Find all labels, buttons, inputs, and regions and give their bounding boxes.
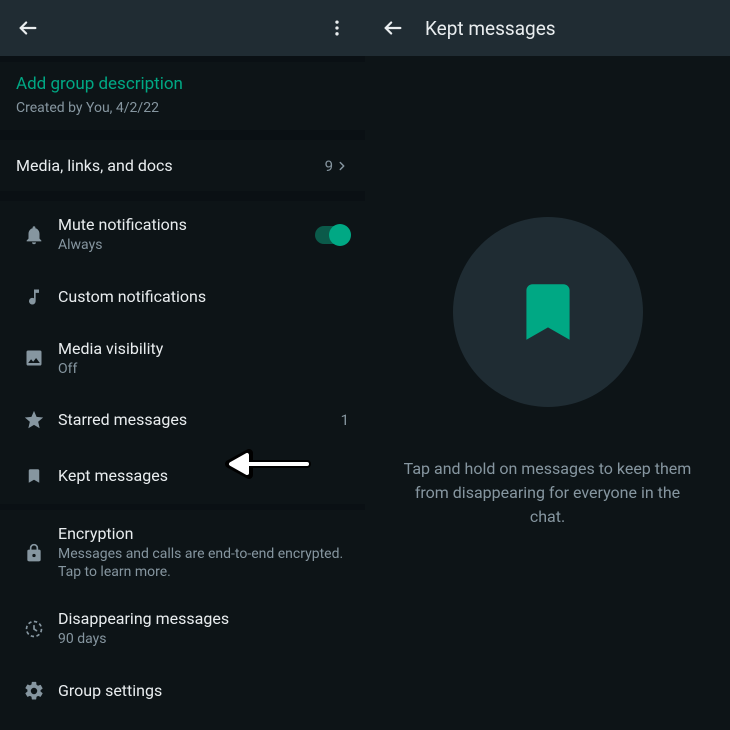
bell-icon (10, 224, 58, 246)
star-icon (10, 409, 58, 431)
kept-messages-row[interactable]: Kept messages (0, 448, 365, 504)
disap-title: Disappearing messages (58, 609, 349, 629)
mute-sub: Always (58, 237, 315, 255)
media-links-docs-row[interactable]: Media, links, and docs 9 (0, 140, 365, 191)
back-icon[interactable] (8, 8, 48, 48)
starred-messages-row[interactable]: Starred messages 1 (0, 392, 365, 448)
note-icon (10, 287, 58, 307)
starred-title: Starred messages (58, 410, 341, 430)
empty-state-circle (453, 217, 643, 407)
group-title: Group settings (58, 681, 349, 701)
kept-title: Kept messages (58, 466, 349, 486)
disap-sub: 90 days (58, 631, 349, 649)
more-icon[interactable] (317, 8, 357, 48)
created-by-text: Created by You, 4/2/22 (16, 100, 349, 116)
mute-notifications-row[interactable]: Mute notifications Always (0, 201, 365, 269)
disappearing-row[interactable]: Disappearing messages 90 days (0, 595, 365, 663)
add-group-description[interactable]: Add group description (16, 74, 349, 94)
mute-title: Mute notifications (58, 215, 315, 235)
media-visibility-row[interactable]: Media visibility Off (0, 325, 365, 393)
media-label: Media, links, and docs (16, 156, 325, 175)
image-icon (10, 348, 58, 368)
media-count: 9 (325, 157, 333, 175)
enc-title: Encryption (58, 524, 349, 544)
custom-title: Custom notifications (58, 287, 349, 307)
enc-sub: Messages and calls are end-to-end encryp… (58, 546, 349, 581)
group-settings-row[interactable]: Group settings (0, 663, 365, 719)
chevron-right-icon (335, 159, 349, 173)
encryption-row[interactable]: Encryption Messages and calls are end-to… (0, 510, 365, 595)
empty-state-message: Tap and hold on messages to keep them fr… (401, 457, 694, 529)
mediaV-title: Media visibility (58, 339, 349, 359)
lock-icon (10, 543, 58, 563)
mediaV-sub: Off (58, 361, 349, 379)
left-appbar (0, 0, 365, 56)
gear-icon (10, 680, 58, 702)
right-title: Kept messages (425, 17, 556, 40)
mute-toggle[interactable] (315, 226, 349, 244)
custom-notifications-row[interactable]: Custom notifications (0, 269, 365, 325)
starred-count: 1 (341, 411, 349, 429)
timer-icon (10, 619, 58, 639)
right-appbar: Kept messages (365, 0, 730, 56)
back-icon[interactable] (373, 8, 413, 48)
bookmark-icon (10, 467, 58, 485)
bookmark-icon (511, 275, 585, 349)
